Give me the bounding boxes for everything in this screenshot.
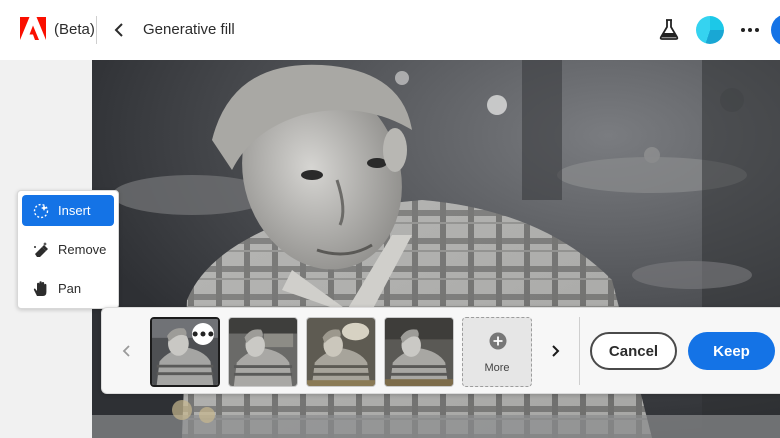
variation-thumbnail-3[interactable] (306, 317, 376, 387)
variation-thumbnail-1[interactable] (150, 317, 220, 387)
flask-icon[interactable] (658, 17, 680, 41)
user-avatar[interactable] (696, 16, 724, 44)
variation-image (229, 318, 297, 386)
variations-bar: More Cancel Keep (101, 307, 780, 394)
hand-icon (33, 280, 47, 296)
page-title: Generative fill (143, 21, 235, 38)
thumbnail-menu-button[interactable] (192, 323, 214, 345)
tools-panel: Insert Remove Pan (17, 190, 119, 309)
variation-thumbnail-2[interactable] (228, 317, 298, 387)
insert-tool-label: Insert (58, 203, 91, 218)
chevron-left-icon[interactable] (119, 342, 135, 360)
variation-image (385, 318, 453, 386)
eraser-icon (34, 241, 48, 257)
insert-tool[interactable]: Insert (22, 195, 114, 226)
more-options-icon (192, 331, 214, 337)
plus-circle-icon (489, 332, 507, 350)
pan-tool-label: Pan (58, 281, 82, 296)
variation-image (307, 318, 375, 386)
chevron-left-icon[interactable] (110, 18, 130, 42)
cancel-button[interactable]: Cancel (590, 332, 677, 370)
beta-badge: (Beta) (54, 21, 95, 38)
chevron-right-icon[interactable] (547, 342, 563, 360)
share-button[interactable] (771, 14, 780, 46)
more-variations-button[interactable]: More (462, 317, 532, 387)
more-label: More (484, 362, 510, 374)
remove-tool[interactable]: Remove (22, 234, 114, 265)
header-divider (96, 16, 97, 44)
top-bar: (Beta) Generative fill (0, 0, 780, 60)
pan-tool[interactable]: Pan (22, 273, 114, 304)
variation-thumbnail-4[interactable] (384, 317, 454, 387)
keep-button[interactable]: Keep (688, 332, 775, 370)
remove-tool-label: Remove (58, 242, 107, 257)
sparkle-brush-icon (33, 203, 49, 218)
actions-divider (579, 317, 580, 385)
more-options-icon[interactable] (739, 18, 761, 42)
adobe-logo-icon (20, 17, 46, 40)
